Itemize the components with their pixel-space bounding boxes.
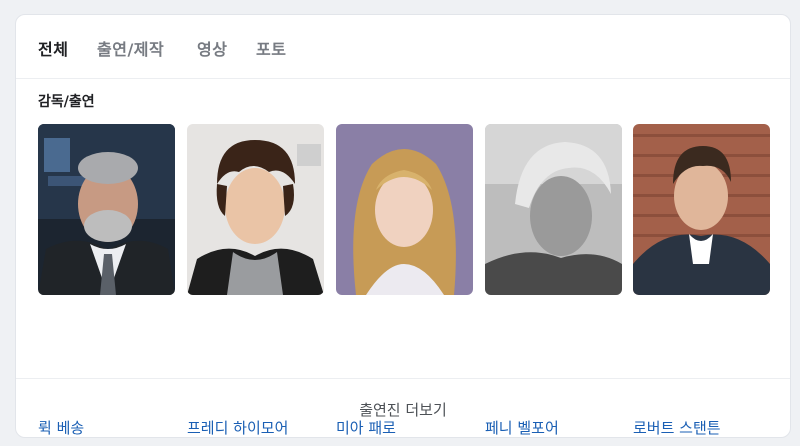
- person-card: 뤽 베송 감독: [38, 124, 175, 437]
- tab-video[interactable]: 영상: [197, 36, 227, 60]
- person-photo[interactable]: [336, 124, 473, 295]
- person-photo[interactable]: [633, 124, 770, 295]
- person-photo[interactable]: [187, 124, 324, 295]
- tab-bar: 전체 출연/제작 영상 포토: [16, 15, 790, 79]
- tab-all[interactable]: 전체: [38, 36, 68, 60]
- tab-photo[interactable]: 포토: [256, 36, 286, 60]
- person-card: 미아 패로: [336, 124, 473, 437]
- person-photo[interactable]: [485, 124, 622, 295]
- tab-cast-production[interactable]: 출연/제작: [97, 36, 164, 60]
- person-card: 로버트 스탠튼: [633, 124, 770, 437]
- more-cast-button[interactable]: 출연진 더보기: [16, 378, 790, 437]
- person-card: 페니 벨포어: [485, 124, 622, 437]
- section-title: 감독/출연: [38, 94, 95, 110]
- person-photo[interactable]: [38, 124, 175, 295]
- cast-card: 전체 출연/제작 영상 포토 감독/출연 뤽 베송 감독: [15, 14, 791, 438]
- person-card: 프레디 하이모어 주연: [187, 124, 324, 437]
